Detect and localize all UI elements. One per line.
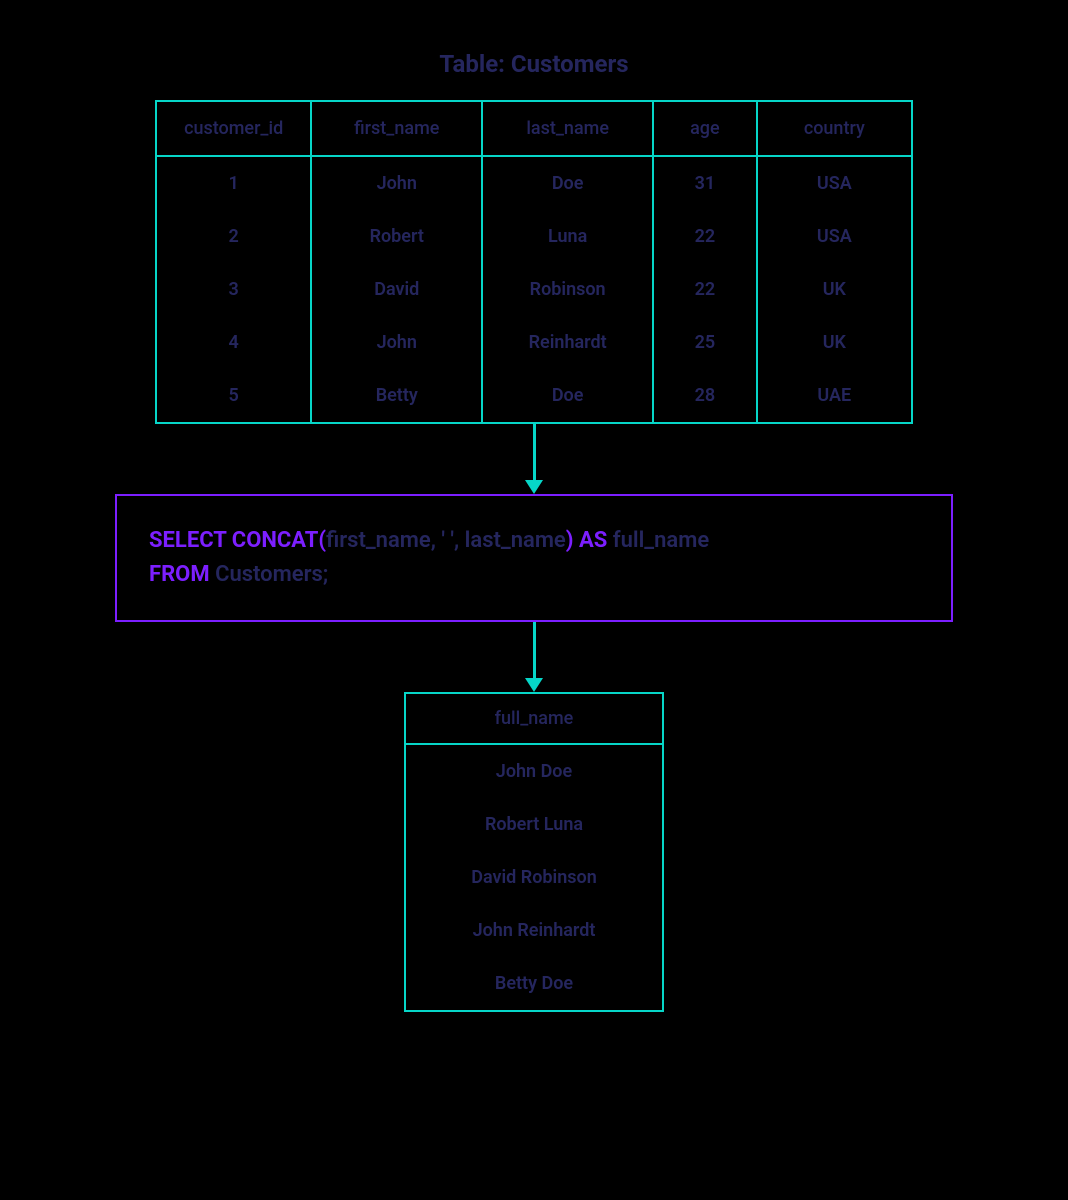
cell-first-name: John — [311, 156, 482, 210]
cell-age: 28 — [653, 369, 757, 423]
cell-first-name: Robert — [311, 210, 482, 263]
sql-keyword-close-as: ) AS — [566, 528, 608, 553]
table-header-row: full_name — [405, 693, 663, 744]
sql-keyword-from: FROM — [149, 562, 210, 587]
table-row: David Robinson — [405, 851, 663, 904]
cell-customer-id: 3 — [156, 263, 311, 316]
cell-last-name: Doe — [482, 156, 653, 210]
result-table: full_name John Doe Robert Luna David Rob… — [404, 692, 664, 1012]
sql-from-table: Customers; — [210, 562, 329, 587]
table-row: 4 John Reinhardt 25 UK — [156, 316, 912, 369]
table-row: 1 John Doe 31 USA — [156, 156, 912, 210]
cell-last-name: Reinhardt — [482, 316, 653, 369]
cell-customer-id: 1 — [156, 156, 311, 210]
table-row: John Reinhardt — [405, 904, 663, 957]
arrow-down-icon — [525, 424, 543, 494]
cell-customer-id: 4 — [156, 316, 311, 369]
cell-age: 22 — [653, 263, 757, 316]
col-header-age: age — [653, 101, 757, 156]
cell-customer-id: 2 — [156, 210, 311, 263]
sql-alias: full_name — [607, 528, 709, 553]
table-row: John Doe — [405, 744, 663, 798]
sql-query-box: SELECT CONCAT(first_name, ' ', last_name… — [115, 494, 953, 622]
table-row: 2 Robert Luna 22 USA — [156, 210, 912, 263]
cell-age: 25 — [653, 316, 757, 369]
cell-last-name: Robinson — [482, 263, 653, 316]
table-row: Betty Doe — [405, 957, 663, 1011]
col-header-first-name: first_name — [311, 101, 482, 156]
cell-full-name: Robert Luna — [405, 798, 663, 851]
cell-last-name: Doe — [482, 369, 653, 423]
table-title: Table: Customers — [439, 50, 628, 78]
table-row: Robert Luna — [405, 798, 663, 851]
sql-keyword-select-concat: SELECT CONCAT( — [149, 528, 326, 553]
cell-full-name: Betty Doe — [405, 957, 663, 1011]
cell-country: UK — [757, 316, 912, 369]
customers-table: customer_id first_name last_name age cou… — [155, 100, 913, 424]
cell-country: USA — [757, 210, 912, 263]
cell-country: UAE — [757, 369, 912, 423]
col-header-country: country — [757, 101, 912, 156]
cell-full-name: John Doe — [405, 744, 663, 798]
cell-first-name: Betty — [311, 369, 482, 423]
sql-args: first_name, ' ', last_name — [326, 528, 566, 553]
cell-age: 31 — [653, 156, 757, 210]
col-header-full-name: full_name — [405, 693, 663, 744]
table-row: 5 Betty Doe 28 UAE — [156, 369, 912, 423]
col-header-last-name: last_name — [482, 101, 653, 156]
cell-age: 22 — [653, 210, 757, 263]
col-header-customer-id: customer_id — [156, 101, 311, 156]
cell-first-name: John — [311, 316, 482, 369]
arrow-down-icon — [525, 622, 543, 692]
cell-country: UK — [757, 263, 912, 316]
cell-customer-id: 5 — [156, 369, 311, 423]
cell-country: USA — [757, 156, 912, 210]
table-header-row: customer_id first_name last_name age cou… — [156, 101, 912, 156]
cell-last-name: Luna — [482, 210, 653, 263]
table-row: 3 David Robinson 22 UK — [156, 263, 912, 316]
cell-full-name: David Robinson — [405, 851, 663, 904]
cell-first-name: David — [311, 263, 482, 316]
cell-full-name: John Reinhardt — [405, 904, 663, 957]
